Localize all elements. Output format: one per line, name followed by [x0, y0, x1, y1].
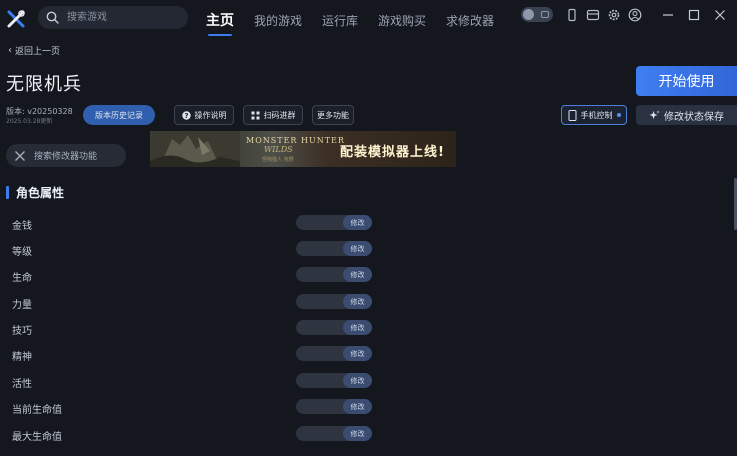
phone-control-label: 手机控制: [580, 110, 613, 120]
guide-label: 操作说明: [194, 110, 227, 120]
trainer-search-label: 搜索修改器功能: [34, 152, 98, 162]
game-search-box[interactable]: [38, 6, 188, 29]
modify-button[interactable]: 修改: [343, 399, 372, 414]
modify-button[interactable]: 修改: [343, 267, 372, 282]
modify-button[interactable]: 修改: [343, 373, 372, 388]
modify-button[interactable]: 修改: [343, 215, 372, 230]
search-input[interactable]: [65, 11, 179, 24]
chevron-left-icon: ‹: [8, 45, 12, 56]
attribute-label: 精神: [12, 352, 32, 363]
attribute-label: 最大生命值: [12, 432, 62, 443]
section-accent-bar: [6, 186, 9, 199]
attribute-input[interactable]: 修改: [296, 399, 372, 414]
minimize-icon[interactable]: [661, 8, 675, 22]
attribute-input[interactable]: 修改: [296, 294, 372, 309]
nav-request-trainer[interactable]: 求修改器: [446, 12, 494, 29]
start-button[interactable]: 开始使用: [636, 66, 737, 96]
promo-banner[interactable]: MONSTER HUNTER WILDS 怪物猎人 荒野 配装模拟器上线!: [150, 131, 456, 167]
save-state-button[interactable]: 修改状态保存: [636, 105, 737, 125]
wrench-icon: [14, 150, 26, 162]
version-history-button[interactable]: 版本历史记录: [83, 105, 155, 125]
attribute-label: 当前生命值: [12, 405, 62, 416]
maximize-icon[interactable]: [687, 8, 701, 22]
nav-runtime-library[interactable]: 运行库: [322, 12, 358, 29]
search-icon: [46, 11, 59, 24]
app-logo-icon: [6, 9, 26, 29]
nav-home[interactable]: 主页: [206, 10, 234, 36]
attribute-input[interactable]: 修改: [296, 215, 372, 230]
attribute-label: 生命: [12, 273, 32, 284]
user-icon[interactable]: [628, 8, 642, 22]
gear-icon[interactable]: [607, 8, 621, 22]
tablet-icon: [568, 109, 577, 121]
phone-icon[interactable]: [565, 8, 579, 22]
attribute-label: 等级: [12, 247, 32, 258]
title-bar-controls: [521, 7, 727, 22]
guide-button[interactable]: ? 操作说明: [174, 105, 234, 125]
toggle-icon[interactable]: [521, 7, 553, 22]
banner-logo-line2: WILDS: [264, 145, 293, 154]
attribute-label: 技巧: [12, 326, 32, 337]
banner-art: [150, 131, 240, 167]
question-icon: ?: [181, 110, 191, 120]
banner-logo-line1: MONSTER HUNTER: [246, 136, 345, 145]
attribute-input[interactable]: 修改: [296, 373, 372, 388]
modify-button[interactable]: 修改: [343, 426, 372, 441]
sparkle-icon: [649, 110, 660, 121]
attribute-input[interactable]: 修改: [296, 267, 372, 282]
section-character-attributes: 角色属性: [6, 184, 64, 201]
back-label: 返回上一页: [15, 47, 61, 57]
modify-button[interactable]: 修改: [343, 241, 372, 256]
phone-control-button[interactable]: 手机控制: [561, 105, 627, 125]
attribute-input[interactable]: 修改: [296, 346, 372, 361]
banner-logo-line3: 怪物猎人 荒野: [262, 157, 294, 163]
scan-label: 扫码进群: [263, 110, 296, 120]
attribute-label: 活性: [12, 379, 32, 390]
nav-my-games[interactable]: 我的游戏: [254, 12, 302, 29]
banner-headline: 配装模拟器上线!: [340, 145, 445, 160]
section-title: 角色属性: [16, 186, 65, 200]
attribute-input[interactable]: 修改: [296, 241, 372, 256]
game-title: 无限机兵: [6, 74, 82, 95]
window-icon[interactable]: [586, 8, 600, 22]
back-link[interactable]: ‹ 返回上一页: [8, 44, 60, 57]
save-state-label: 修改状态保存: [664, 111, 724, 123]
main-nav: 主页 我的游戏 运行库 游戏购买 求修改器: [206, 10, 514, 36]
nav-game-purchase[interactable]: 游戏购买: [378, 12, 426, 29]
update-date: 2025.03.28更新: [6, 118, 53, 125]
attribute-label: 金钱: [12, 221, 32, 232]
attribute-label: 力量: [12, 300, 32, 311]
attribute-input[interactable]: 修改: [296, 320, 372, 335]
modify-button[interactable]: 修改: [343, 346, 372, 361]
more-features-button[interactable]: 更多功能: [312, 105, 354, 125]
svg-text:?: ?: [184, 112, 188, 120]
status-dot: [616, 113, 621, 117]
modify-button[interactable]: 修改: [343, 320, 372, 335]
scan-join-group-button[interactable]: 扫码进群: [243, 105, 303, 125]
trainer-feature-search[interactable]: 搜索修改器功能: [6, 144, 126, 167]
grid-icon: [251, 111, 260, 120]
modify-button[interactable]: 修改: [343, 294, 372, 309]
attribute-input[interactable]: 修改: [296, 426, 372, 441]
close-icon[interactable]: [713, 8, 727, 22]
